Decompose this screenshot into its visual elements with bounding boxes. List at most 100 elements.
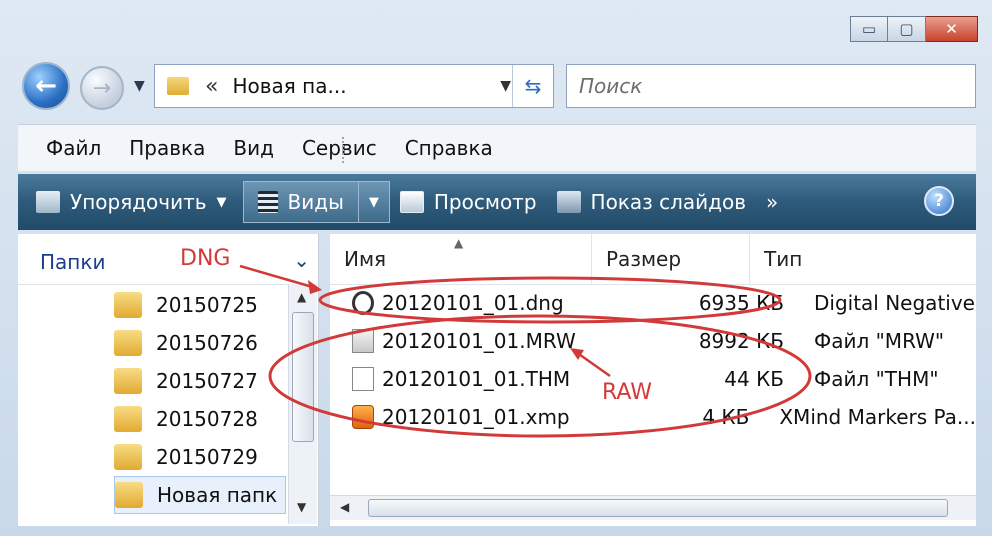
annotation-dng-label: DNG <box>180 246 231 271</box>
hscroll-thumb[interactable] <box>368 499 948 517</box>
file-row[interactable]: 20120101_01.MRW 8992 КБ Файл "MRW" <box>330 322 976 360</box>
explorer-window: ▭ ▢ ✕ ← → ▼ « Новая па... ▼ ⇆ Поиск Файл… <box>0 0 992 536</box>
toolbar-overflow-button[interactable]: » <box>756 180 788 224</box>
file-list-hscrollbar[interactable]: ◀ <box>330 495 976 520</box>
file-name: 20120101_01.dng <box>382 291 564 315</box>
menu-help[interactable]: Справка <box>405 136 493 160</box>
scroll-up-icon[interactable]: ▲ <box>297 290 306 304</box>
file-name: 20120101_01.THM <box>382 367 571 391</box>
refresh-icon: ⇆ <box>524 74 542 98</box>
chevron-down-icon[interactable]: ⌄ <box>293 248 310 272</box>
folders-header[interactable]: Папки ⌄ <box>18 234 318 285</box>
arrow-right-icon: → <box>92 75 112 101</box>
column-name[interactable]: Имя <box>330 234 592 284</box>
menu-bar: Файл Правка Вид Сервис Справка <box>18 124 976 171</box>
annotation-raw-label: RAW <box>602 380 652 405</box>
folder-item[interactable]: 20150725 <box>114 286 294 324</box>
preview-label: Просмотр <box>433 190 537 214</box>
menu-grip <box>342 137 348 163</box>
folder-icon <box>114 406 142 432</box>
folder-item[interactable]: 20150727 <box>114 362 294 400</box>
file-type: Файл "THM" <box>814 367 939 391</box>
address-path[interactable]: Новая па... <box>232 74 346 98</box>
folder-icon <box>115 482 143 508</box>
maximize-button[interactable]: ▢ <box>888 16 926 42</box>
file-name: 20120101_01.xmp <box>382 405 570 429</box>
chevron-down-icon: ▼ <box>368 194 379 210</box>
folder-label: 20150728 <box>156 407 258 431</box>
file-row[interactable]: 20120101_01.xmp 4 КБ XMind Markers Pa... <box>330 398 976 436</box>
file-row[interactable]: 20120101_01.dng 6935 КБ Digital Negative <box>330 284 976 322</box>
organize-label: Упорядочить <box>70 190 207 214</box>
folder-label: 20150727 <box>156 369 258 393</box>
file-size: 6935 КБ <box>698 291 784 315</box>
navigation-bar: ← → ▼ « Новая па... ▼ ⇆ Поиск <box>18 60 976 118</box>
folder-item[interactable]: 20150729 <box>114 438 294 476</box>
minimize-button[interactable]: ▭ <box>850 16 888 42</box>
folder-label: 20150726 <box>156 331 258 355</box>
mrw-file-icon <box>352 329 374 353</box>
organize-button[interactable]: Упорядочить ▼ <box>26 180 237 224</box>
preview-icon <box>399 191 424 213</box>
menu-edit[interactable]: Правка <box>129 136 205 160</box>
views-icon <box>257 191 278 213</box>
column-size[interactable]: Размер <box>592 234 750 284</box>
file-row[interactable]: 20120101_01.THM 44 КБ Файл "THM" <box>330 360 976 398</box>
help-button[interactable]: ? <box>924 186 954 216</box>
folder-label: Новая папк <box>157 483 278 507</box>
scroll-thumb[interactable] <box>292 312 314 442</box>
menu-file[interactable]: Файл <box>46 136 101 160</box>
folder-label: 20150725 <box>156 293 258 317</box>
views-button[interactable]: Виды <box>242 181 359 223</box>
chevron-down-icon: ▼ <box>134 78 145 94</box>
organize-icon <box>36 191 60 213</box>
menu-tools[interactable]: Сервис <box>302 136 377 160</box>
views-dropdown-button[interactable]: ▼ <box>358 181 390 223</box>
file-type: Digital Negative <box>814 291 975 315</box>
thm-file-icon <box>352 367 374 391</box>
help-icon: ? <box>934 191 944 211</box>
folders-scrollbar[interactable]: ▲ ▼ <box>288 284 317 524</box>
back-button[interactable]: ← <box>22 62 70 110</box>
recent-pages-dropdown[interactable]: ▼ <box>134 78 145 94</box>
folder-item[interactable]: 20150728 <box>114 400 294 438</box>
slideshow-button[interactable]: Показ слайдов <box>547 180 757 224</box>
address-dropdown-icon[interactable]: ▼ <box>500 78 511 94</box>
folder-icon <box>114 330 142 356</box>
folder-item[interactable]: 20150726 <box>114 324 294 362</box>
file-size: 8992 КБ <box>698 329 784 353</box>
folder-icon <box>114 444 142 470</box>
search-input[interactable]: Поиск <box>566 64 976 108</box>
title-buttons: ▭ ▢ ✕ <box>850 16 978 42</box>
column-headers: ▲ Имя Размер Тип <box>330 234 976 285</box>
views-label: Виды <box>287 190 344 214</box>
folder-icon <box>114 368 142 394</box>
xmp-file-icon <box>352 405 374 429</box>
file-name: 20120101_01.MRW <box>382 329 576 353</box>
forward-button[interactable]: → <box>80 66 124 110</box>
address-overflow-chevron[interactable]: « <box>205 74 218 99</box>
folder-label: 20150729 <box>156 445 258 469</box>
file-type: Файл "MRW" <box>814 329 945 353</box>
chevron-down-icon: ▼ <box>216 194 227 210</box>
scroll-left-icon[interactable]: ◀ <box>340 500 349 514</box>
arrow-left-icon: ← <box>35 71 57 101</box>
scroll-down-icon[interactable]: ▼ <box>297 500 306 514</box>
file-size: 4 КБ <box>702 405 750 429</box>
close-button[interactable]: ✕ <box>926 16 978 42</box>
slideshow-icon <box>556 191 581 213</box>
folders-title: Папки <box>40 250 106 274</box>
preview-button[interactable]: Просмотр <box>390 180 547 224</box>
folder-icon <box>114 292 142 318</box>
refresh-button[interactable]: ⇆ <box>512 65 553 107</box>
file-type: XMind Markers Pa... <box>779 405 976 429</box>
folder-item-selected[interactable]: Новая папк <box>114 476 286 514</box>
dng-file-icon <box>352 291 374 315</box>
command-toolbar: Упорядочить ▼ Виды ▼ Просмотр Показ слай… <box>18 174 976 230</box>
column-type[interactable]: Тип <box>750 234 976 284</box>
folders-pane: Папки ⌄ 20150725 20150726 20150727 20150… <box>18 234 319 526</box>
file-list: ▲ Имя Размер Тип 20120101_01.dng 6935 КБ… <box>330 234 976 526</box>
menu-view[interactable]: Вид <box>233 136 274 160</box>
address-bar[interactable]: « Новая па... ▼ ⇆ <box>154 64 554 108</box>
slideshow-label: Показ слайдов <box>590 190 747 214</box>
